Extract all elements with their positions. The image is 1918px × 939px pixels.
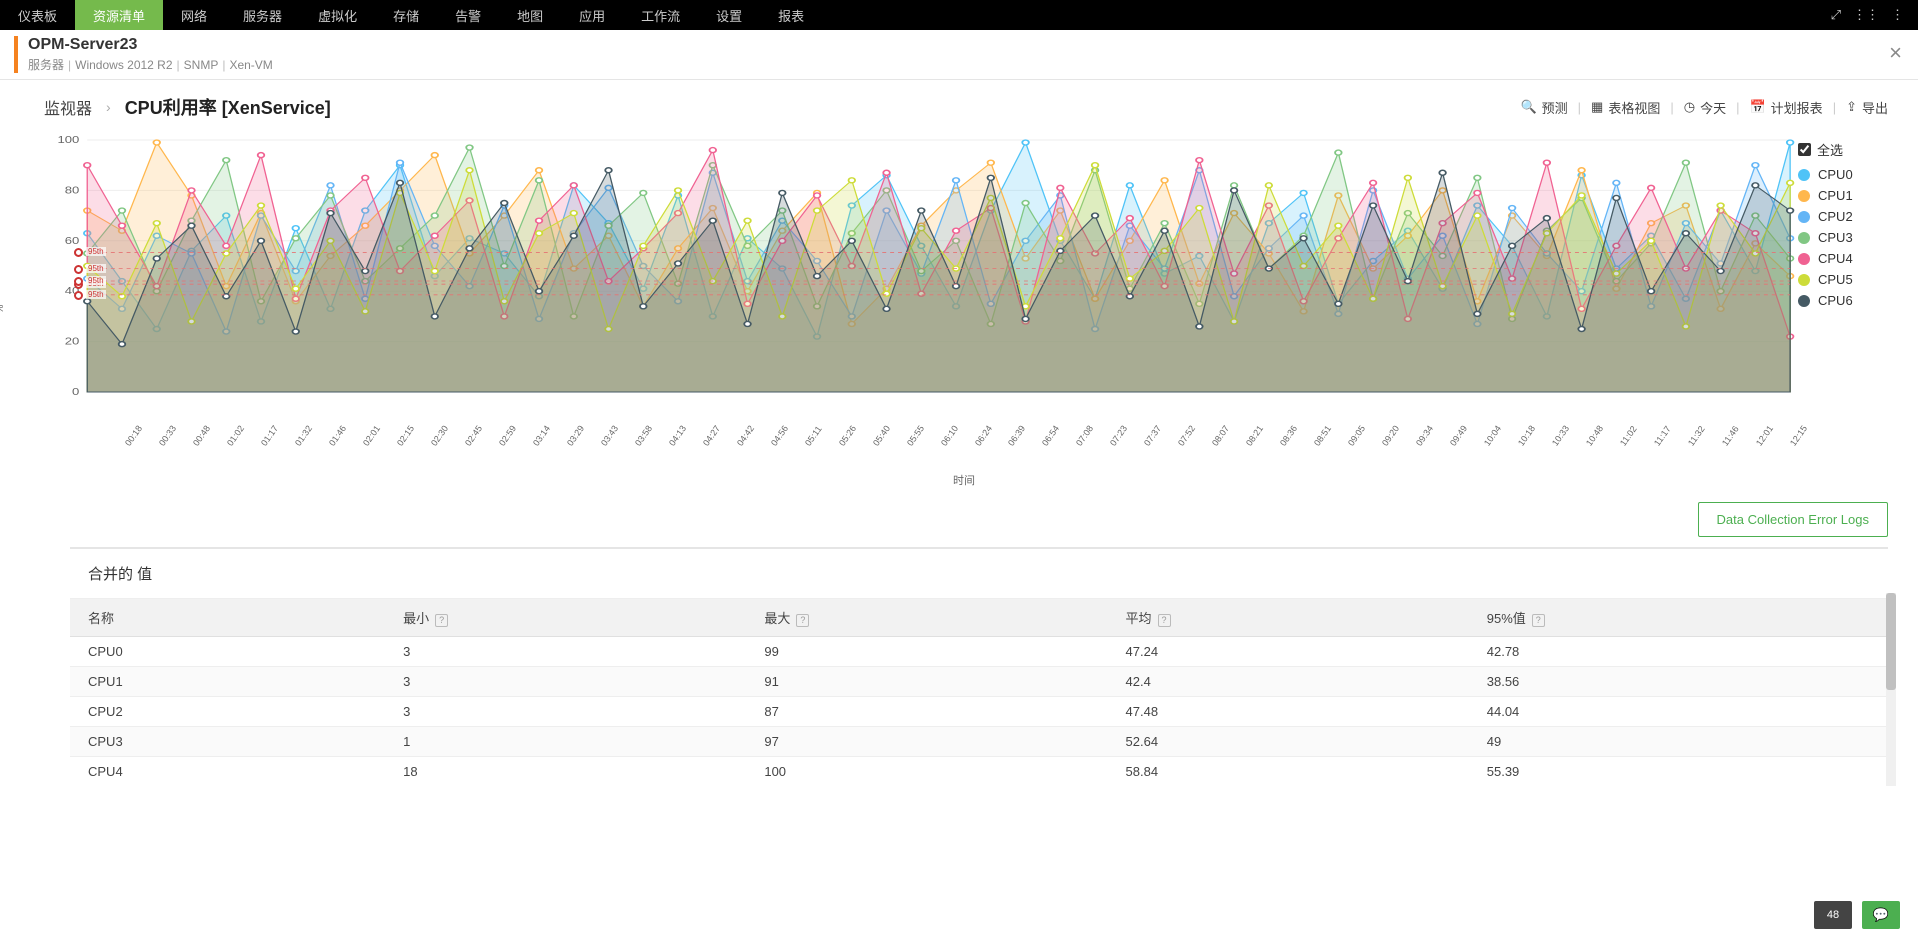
nav-item-4[interactable]: 虚拟化: [300, 0, 375, 30]
summary-table: 名称最小?最大?平均?95%值? CPU039947.2442.78CPU139…: [70, 599, 1888, 786]
p95-marker-icon: [74, 291, 83, 300]
page-header: OPM-Server23 服务器Windows 2012 R2SNMPXen-V…: [0, 30, 1918, 80]
more-menu-icon[interactable]: ⋮: [1891, 7, 1904, 23]
export-button[interactable]: ⇪导出: [1846, 98, 1888, 117]
breadcrumb: 监视器 › CPU利用率 [XenService]: [44, 94, 331, 120]
legend-swatch: [1798, 253, 1810, 265]
table-view-button[interactable]: ▦表格视图: [1591, 98, 1660, 117]
nav-item-9[interactable]: 工作流: [623, 0, 698, 30]
nav-item-6[interactable]: 告警: [437, 0, 499, 30]
svg-text:20: 20: [65, 336, 80, 347]
data-collection-error-logs-button[interactable]: Data Collection Error Logs: [1698, 502, 1888, 537]
help-icon[interactable]: ?: [1158, 614, 1171, 627]
apps-grid-icon[interactable]: ⋮⋮: [1853, 7, 1879, 23]
legend-item-cpu0[interactable]: CPU0: [1798, 167, 1888, 182]
legend-swatch: [1798, 211, 1810, 223]
table-row: CPU319752.6449: [70, 727, 1888, 757]
nav-item-11[interactable]: 报表: [760, 0, 822, 30]
col-header[interactable]: 最大?: [746, 599, 1107, 637]
topnav-right-icons: ⤢ ⋮⋮ ⋮: [1831, 0, 1918, 30]
legend-label: CPU1: [1818, 188, 1853, 203]
col-header[interactable]: 95%值?: [1469, 599, 1888, 637]
table-row: CPU41810058.8455.39: [70, 757, 1888, 787]
table-row: CPU139142.438.56: [70, 667, 1888, 697]
table-icon: ▦: [1591, 99, 1603, 115]
help-icon[interactable]: ?: [435, 614, 448, 627]
export-icon: ⇪: [1846, 99, 1857, 115]
p95-label: 95th: [86, 247, 106, 256]
legend-label: CPU4: [1818, 251, 1853, 266]
nav-item-8[interactable]: 应用: [561, 0, 623, 30]
nav-item-2[interactable]: 网络: [163, 0, 225, 30]
chevron-right-icon: ›: [106, 99, 111, 115]
nav-item-7[interactable]: 地图: [499, 0, 561, 30]
summary-table-card: 合并的 值 名称最小?最大?平均?95%值? CPU039947.2442.78…: [70, 547, 1888, 786]
p95-label: 95th: [86, 276, 106, 285]
page-title: OPM-Server23: [28, 36, 273, 54]
help-icon[interactable]: ?: [1532, 614, 1545, 627]
nav-item-3[interactable]: 服务器: [225, 0, 300, 30]
legend-label: CPU5: [1818, 272, 1853, 287]
legend-label: CPU0: [1818, 167, 1853, 182]
legend-item-cpu1[interactable]: CPU1: [1798, 188, 1888, 203]
legend-item-cpu6[interactable]: CPU6: [1798, 293, 1888, 308]
toolbar-actions: 🔍预测 | ▦表格视图 | ◷今天 | 📅计划报表 | ⇪导出: [1520, 98, 1888, 117]
notification-badge[interactable]: 48: [1814, 901, 1852, 929]
legend-label: CPU3: [1818, 230, 1853, 245]
legend-swatch: [1798, 274, 1810, 286]
p95-label: 95th: [86, 264, 106, 273]
help-icon[interactable]: ?: [796, 614, 809, 627]
chart-legend: 全选 CPU0 CPU1 CPU2 CPU3 CPU4 CPU5 CPU6: [1798, 136, 1888, 436]
x-axis-label: 时间: [40, 472, 1888, 488]
y-axis-label: %: [0, 305, 6, 314]
svg-text:100: 100: [57, 136, 79, 146]
p95-label: 95th: [86, 290, 106, 299]
nav-item-0[interactable]: 仪表板: [0, 0, 75, 30]
schedule-report-button[interactable]: 📅计划报表: [1749, 98, 1822, 117]
svg-text:60: 60: [65, 235, 80, 246]
legend-swatch: [1798, 232, 1810, 244]
legend-swatch: [1798, 190, 1810, 202]
chart-area: % 020406080100 全选 CPU0CPU1CPU2CPU3CPU4CP…: [0, 130, 1918, 488]
search-icon: 🔍: [1520, 99, 1536, 115]
svg-text:80: 80: [65, 185, 80, 196]
legend-swatch: [1798, 169, 1810, 181]
legend-item-cpu4[interactable]: CPU4: [1798, 251, 1888, 266]
scrollbar[interactable]: [1886, 593, 1896, 786]
clock-icon: ◷: [1684, 99, 1695, 115]
table-row: CPU238747.4844.04: [70, 697, 1888, 727]
nav-item-10[interactable]: 设置: [698, 0, 760, 30]
cpu-utilization-chart[interactable]: 020406080100: [40, 136, 1798, 396]
x-axis-ticks: 00:1800:3300:4801:0201:1701:3201:4602:01…: [40, 436, 1888, 450]
col-header[interactable]: 平均?: [1108, 599, 1469, 637]
calendar-icon: 📅: [1749, 99, 1765, 115]
legend-label: CPU2: [1818, 209, 1853, 224]
close-icon[interactable]: ×: [1889, 40, 1902, 66]
legend-item-cpu5[interactable]: CPU5: [1798, 272, 1888, 287]
legend-item-cpu2[interactable]: CPU2: [1798, 209, 1888, 224]
table-title: 合并的 值: [70, 549, 1888, 599]
col-header[interactable]: 名称: [70, 599, 385, 637]
page-subtitle: 服务器Windows 2012 R2SNMPXen-VM: [28, 56, 273, 73]
toolbar: 监视器 › CPU利用率 [XenService] 🔍预测 | ▦表格视图 | …: [0, 80, 1918, 130]
predict-button[interactable]: 🔍预测: [1520, 98, 1567, 117]
table-row: CPU039947.2442.78: [70, 637, 1888, 667]
col-header[interactable]: 最小?: [385, 599, 746, 637]
chat-icon[interactable]: 💬: [1862, 901, 1900, 929]
nav-item-5[interactable]: 存储: [375, 0, 437, 30]
p95-marker-icon: [74, 277, 83, 286]
top-nav: 仪表板资源清单网络服务器虚拟化存储告警地图应用工作流设置报表 ⤢ ⋮⋮ ⋮: [0, 0, 1918, 30]
legend-item-cpu3[interactable]: CPU3: [1798, 230, 1888, 245]
legend-label: CPU6: [1818, 293, 1853, 308]
breadcrumb-monitor[interactable]: 监视器: [44, 95, 92, 119]
legend-select-all[interactable]: 全选: [1798, 140, 1888, 159]
today-button[interactable]: ◷今天: [1684, 98, 1726, 117]
collapse-icon[interactable]: ⤢: [1831, 7, 1841, 23]
breadcrumb-current: CPU利用率 [XenService]: [125, 94, 331, 120]
p95-marker-icon: [74, 265, 83, 274]
nav-item-1[interactable]: 资源清单: [75, 0, 163, 30]
legend-swatch: [1798, 295, 1810, 307]
svg-text:0: 0: [72, 386, 80, 396]
